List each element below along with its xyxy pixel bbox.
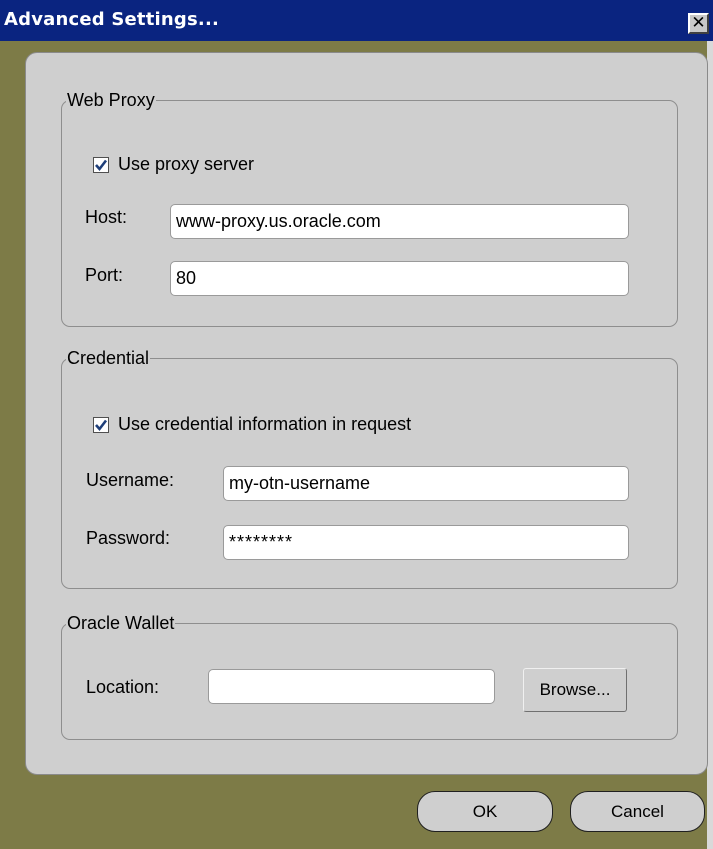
title-bar[interactable]: Advanced Settings... ✕ bbox=[0, 0, 713, 41]
host-label: Host: bbox=[85, 207, 128, 227]
advanced-settings-dialog: Advanced Settings... ✕ Web Proxy Use pro… bbox=[0, 0, 713, 849]
web-proxy-legend: Web Proxy bbox=[67, 90, 155, 110]
port-input[interactable]: 80 bbox=[170, 261, 629, 296]
use-credential-checkbox[interactable] bbox=[93, 417, 109, 433]
username-label: Username: bbox=[86, 470, 175, 490]
settings-panel: Web Proxy Use proxy server Host: www-pro… bbox=[25, 52, 708, 775]
password-input[interactable]: ******** bbox=[223, 525, 629, 560]
cancel-button[interactable]: Cancel bbox=[570, 791, 705, 832]
browse-button[interactable]: Browse... bbox=[523, 668, 627, 712]
credential-legend: Credential bbox=[67, 348, 150, 368]
location-label: Location: bbox=[86, 677, 160, 697]
close-button[interactable]: ✕ bbox=[688, 13, 709, 34]
checkmark-icon bbox=[95, 159, 108, 172]
use-proxy-checkbox[interactable] bbox=[93, 157, 109, 173]
use-credential-label[interactable]: Use credential information in request bbox=[118, 414, 411, 435]
use-proxy-label[interactable]: Use proxy server bbox=[118, 154, 254, 175]
close-icon: ✕ bbox=[691, 13, 706, 32]
checkmark-icon bbox=[95, 419, 108, 432]
password-label: Password: bbox=[86, 528, 171, 548]
username-input[interactable]: my-otn-username bbox=[223, 466, 629, 501]
location-input[interactable] bbox=[208, 669, 495, 704]
oracle-wallet-legend: Oracle Wallet bbox=[67, 613, 175, 633]
host-input[interactable]: www-proxy.us.oracle.com bbox=[170, 204, 629, 239]
ok-button[interactable]: OK bbox=[417, 791, 553, 832]
port-label: Port: bbox=[85, 265, 124, 285]
dialog-title: Advanced Settings... bbox=[4, 9, 220, 30]
